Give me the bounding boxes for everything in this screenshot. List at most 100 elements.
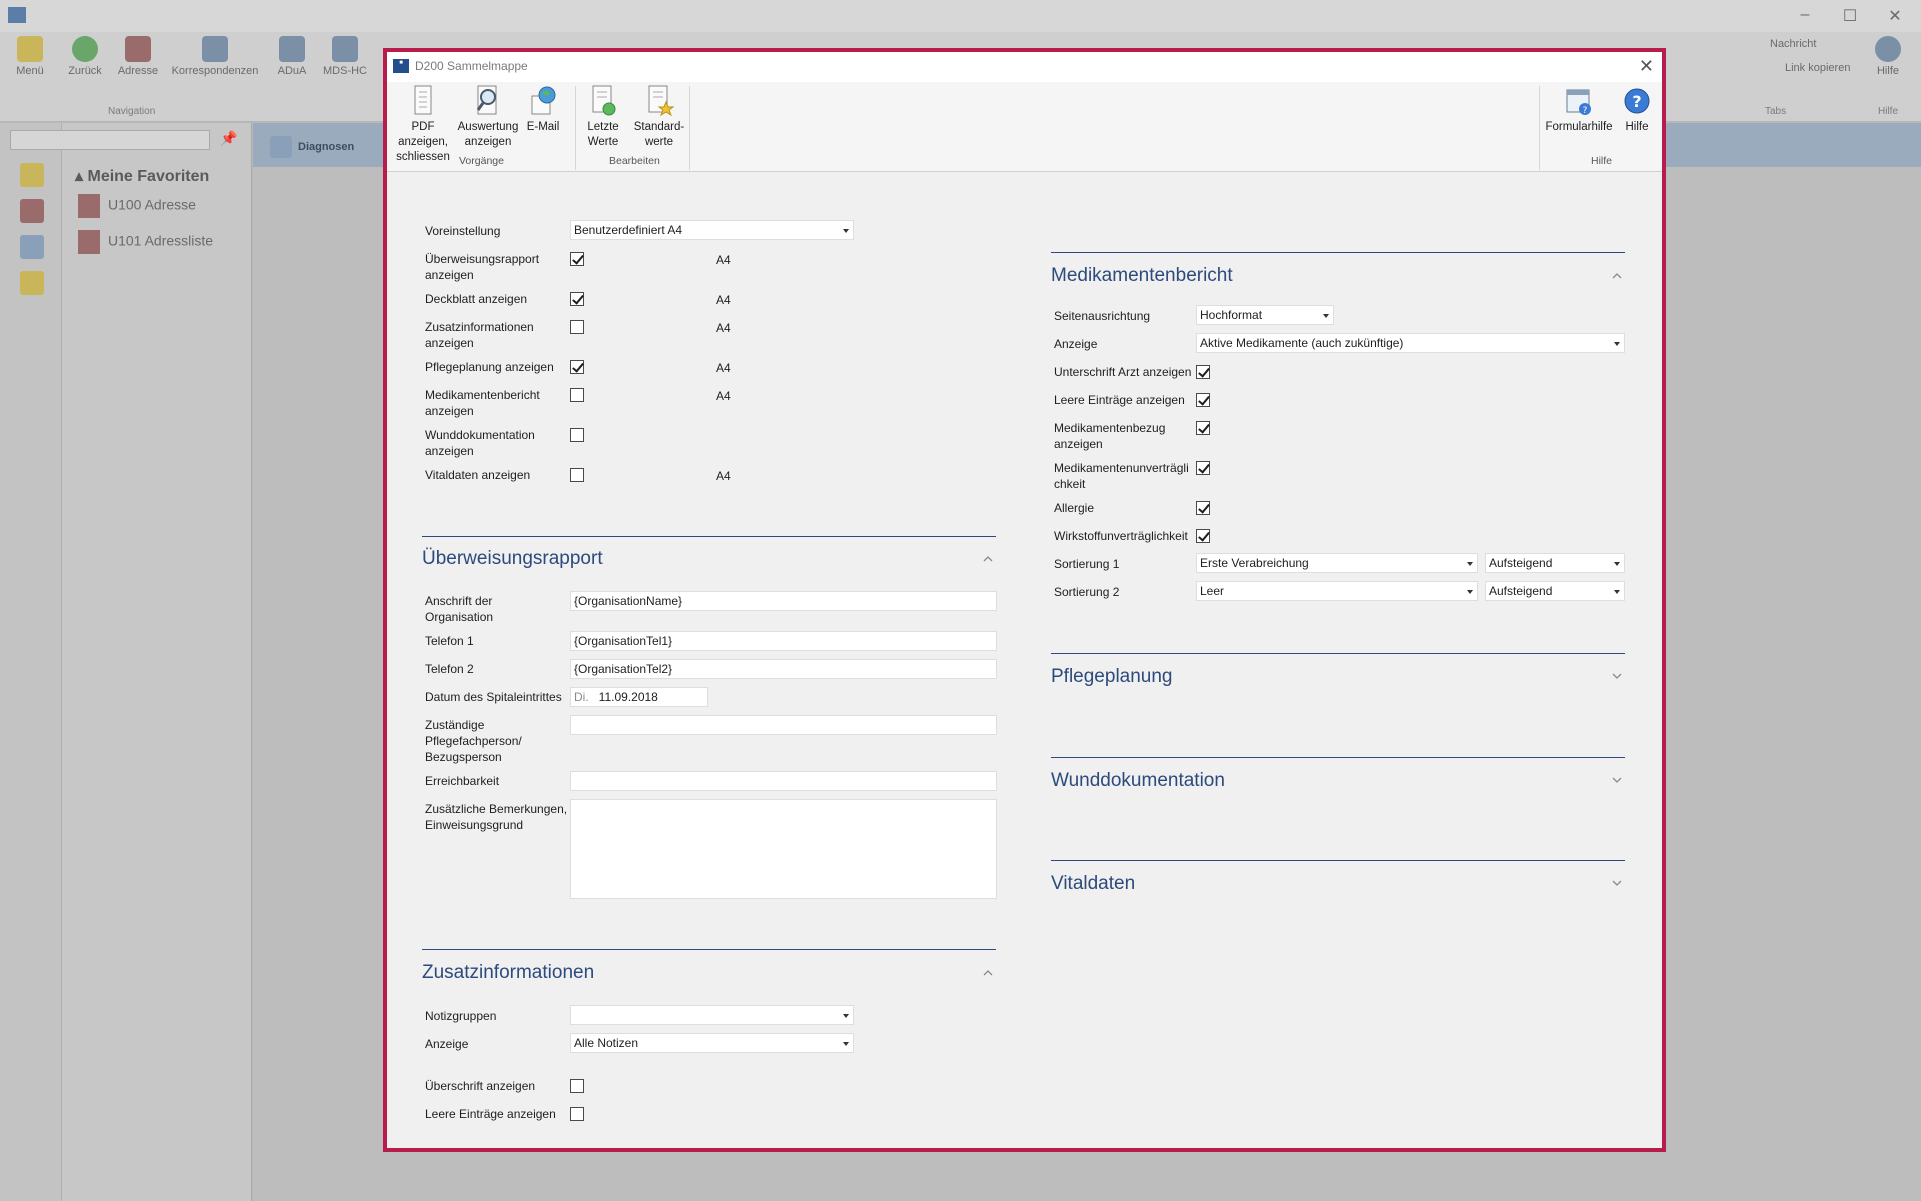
vitaldaten-section-title[interactable]: Vitaldaten (1051, 873, 1135, 895)
wirkstoffunvertraeglichkeit-checkbox[interactable] (1196, 529, 1210, 543)
minimize-icon[interactable]: – (1790, 6, 1820, 26)
sortierung1-select[interactable]: Erste Verabreichung (1196, 553, 1478, 573)
section-divider (1051, 252, 1625, 253)
chevron-up-icon[interactable] (983, 968, 993, 978)
datum-spitaleintritt-input[interactable]: Di. 11.09.2018 (570, 687, 708, 707)
adresse-button[interactable]: Adresse (108, 36, 168, 77)
adua-button[interactable]: ADuA (262, 36, 322, 77)
ueberweisungsrapport-checkbox[interactable] (570, 252, 584, 266)
erreichbarkeit-input[interactable] (570, 771, 997, 791)
dialog-title: D200 Sammelmappe (415, 59, 528, 73)
email-button[interactable]: E-Mail (521, 84, 565, 135)
books-icon[interactable] (20, 199, 44, 223)
chevron-up-icon[interactable] (1612, 271, 1622, 281)
formularhilfe-button[interactable]: ? Formularhilfe (1543, 84, 1615, 135)
favorite-item-label: U100 Adresse (108, 196, 196, 213)
ribbon-separator (689, 86, 690, 170)
maximize-icon[interactable]: ☐ (1835, 6, 1865, 26)
ueberschrift-anzeigen-checkbox[interactable] (570, 1079, 584, 1093)
pin-icon[interactable]: 📌 (220, 130, 237, 147)
hilfe-button[interactable]: ? Hilfe (1617, 84, 1657, 135)
zusatzinformationen-section-title[interactable]: Zusatzinformationen (422, 962, 594, 984)
sortierung1-direction-select[interactable]: Aufsteigend (1485, 553, 1625, 573)
medikamente-anzeige-select[interactable]: Aktive Medikamente (auch zukünftige) (1196, 333, 1625, 353)
wunddokumentation-checkbox[interactable] (570, 428, 584, 442)
mds-hc-button[interactable]: MDS-HC (315, 36, 375, 77)
medikamentenbezug-checkbox[interactable] (1196, 421, 1210, 435)
letzte-werte-button[interactable]: Letzte Werte (579, 84, 627, 150)
favorites-title-text: Meine Favoriten (87, 168, 210, 185)
ueberweisungsrapport-section-title[interactable]: Überweisungsrapport (422, 548, 603, 570)
chevron-down-icon[interactable] (1612, 878, 1622, 888)
tab-diagnosen[interactable]: Diagnosen (270, 136, 354, 158)
chevron-down-icon[interactable] (1612, 671, 1622, 681)
chevron-up-icon[interactable] (983, 554, 993, 564)
deckblatt-checkbox[interactable] (570, 292, 584, 306)
section-divider (422, 536, 996, 537)
anschrift-input[interactable]: {OrganisationName} (570, 591, 997, 611)
nachricht-link[interactable]: Nachricht (1770, 38, 1816, 50)
favorites-title[interactable]: ▴ Meine Favoriten (75, 166, 209, 186)
app-left-bar (0, 123, 62, 1201)
medikamentenunvertraeglichkeit-checkbox[interactable] (1196, 461, 1210, 475)
label-line: chkeit (1054, 477, 1086, 491)
voreinstellung-label: Voreinstellung (425, 224, 501, 238)
label-line: anzeigen (425, 444, 474, 458)
label-line: anzeigen (425, 336, 474, 350)
medikamentenunvertraeglichkeit-label: Medikamentenunverträgli chkeit (1054, 460, 1189, 492)
zustaendige-pflegefachperson-input[interactable] (570, 715, 997, 735)
note-icon[interactable] (20, 271, 44, 295)
document-icon[interactable] (20, 235, 44, 259)
favorite-item[interactable]: U100 Adresse (78, 194, 196, 218)
sortierung1-direction-value: Aufsteigend (1489, 556, 1553, 570)
label-line: anzeigen (1054, 437, 1103, 451)
vitaldaten-format: A4 (716, 469, 731, 483)
magnifier-document-icon (476, 85, 497, 115)
unterschrift-arzt-checkbox[interactable] (1196, 365, 1210, 379)
medikamente-leere-eintraege-checkbox[interactable] (1196, 393, 1210, 407)
zusatz-leere-eintraege-label: Leere Einträge anzeigen (425, 1107, 556, 1121)
pflegeplanung-section-title[interactable]: Pflegeplanung (1051, 666, 1173, 688)
voreinstellung-select[interactable]: Benutzerdefiniert A4 (570, 220, 854, 240)
bg-hilfe-button[interactable]: Hilfe (1858, 36, 1918, 77)
link-kopieren-link[interactable]: Link kopieren (1785, 62, 1850, 74)
back-button[interactable]: Zurück (55, 36, 115, 77)
bemerkungen-textarea[interactable] (570, 799, 997, 899)
letzte-werte-label-1: Letzte (587, 121, 619, 133)
seitenausrichtung-select[interactable]: Hochformat (1196, 305, 1334, 325)
standard-werte-button[interactable]: Standard- werte (631, 84, 687, 150)
chevron-down-icon[interactable] (1612, 775, 1622, 785)
auswertung-anzeigen-button[interactable]: Auswertung anzeigen (457, 84, 519, 150)
pflegeplanung-checkbox[interactable] (570, 360, 584, 374)
menu-button[interactable]: Menü (0, 36, 60, 77)
medikamentenbericht-section-title[interactable]: Medikamentenbericht (1051, 265, 1233, 287)
favorite-item[interactable]: U101 Adressliste (78, 230, 213, 254)
zusatz-anzeige-select[interactable]: Alle Notizen (570, 1033, 854, 1053)
svg-text:?: ? (1632, 92, 1641, 111)
notizgruppen-select[interactable] (570, 1005, 854, 1025)
allergie-checkbox[interactable] (1196, 501, 1210, 515)
sortierung2-value: Leer (1200, 584, 1225, 598)
favorites-search-input[interactable] (10, 130, 210, 150)
sortierung2-select[interactable]: Leer (1196, 581, 1478, 601)
adresse-label: Adresse (117, 65, 159, 77)
zusatz-anzeige-value: Alle Notizen (574, 1036, 639, 1050)
zusatz-leere-eintraege-checkbox[interactable] (570, 1107, 584, 1121)
wunddokumentation-section-title[interactable]: Wunddokumentation (1051, 770, 1225, 792)
telefon1-input[interactable]: {OrganisationTel1} (570, 631, 997, 651)
wirkstoffunvertraeglichkeit-label: Wirkstoffunverträglichkeit (1054, 529, 1188, 543)
vitaldaten-checkbox[interactable] (570, 468, 584, 482)
ueberschrift-anzeigen-label: Überschrift anzeigen (425, 1079, 536, 1093)
ribbon-separator (575, 86, 576, 170)
close-icon[interactable]: ✕ (1880, 6, 1910, 26)
allergie-label: Allergie (1054, 501, 1095, 515)
korrespondenzen-button[interactable]: Korrespondenzen (170, 36, 260, 77)
telefon2-input[interactable]: {OrganisationTel2} (570, 659, 997, 679)
sortierung2-direction-select[interactable]: Aufsteigend (1485, 581, 1625, 601)
star-icon[interactable] (20, 163, 44, 187)
pdf-anzeigen-button[interactable]: PDF anzeigen, schliessen (389, 84, 457, 165)
medikamentenbericht-checkbox[interactable] (570, 388, 584, 402)
dialog-close-icon[interactable]: ✕ (1639, 56, 1654, 77)
medikamente-leere-eintraege-label: Leere Einträge anzeigen (1054, 393, 1185, 407)
zusatzinformationen-checkbox[interactable] (570, 320, 584, 334)
